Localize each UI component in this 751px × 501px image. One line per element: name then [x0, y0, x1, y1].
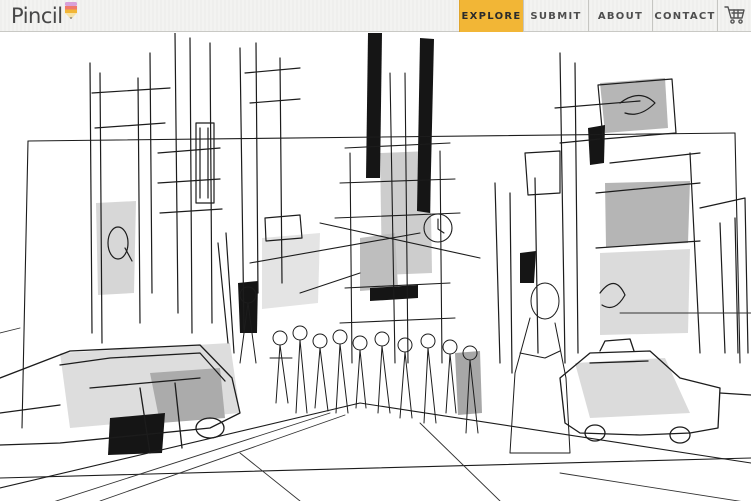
nav-about[interactable]: ABOUT	[588, 0, 652, 32]
logo-text: Pincil	[11, 3, 63, 28]
cart-button[interactable]	[717, 0, 751, 32]
shopping-cart-icon	[723, 5, 746, 28]
site-header: Pincil EXPLORE SUBMIT ABOUT CONTACT	[0, 0, 751, 32]
logo[interactable]: Pincil	[0, 0, 78, 32]
hero-sketch-image	[0, 33, 751, 501]
nav-contact[interactable]: CONTACT	[652, 0, 717, 32]
nav-submit[interactable]: SUBMIT	[523, 0, 588, 32]
pencil-logo-icon	[64, 1, 78, 25]
main-nav: EXPLORE SUBMIT ABOUT CONTACT	[459, 0, 751, 32]
nav-explore[interactable]: EXPLORE	[459, 0, 523, 32]
